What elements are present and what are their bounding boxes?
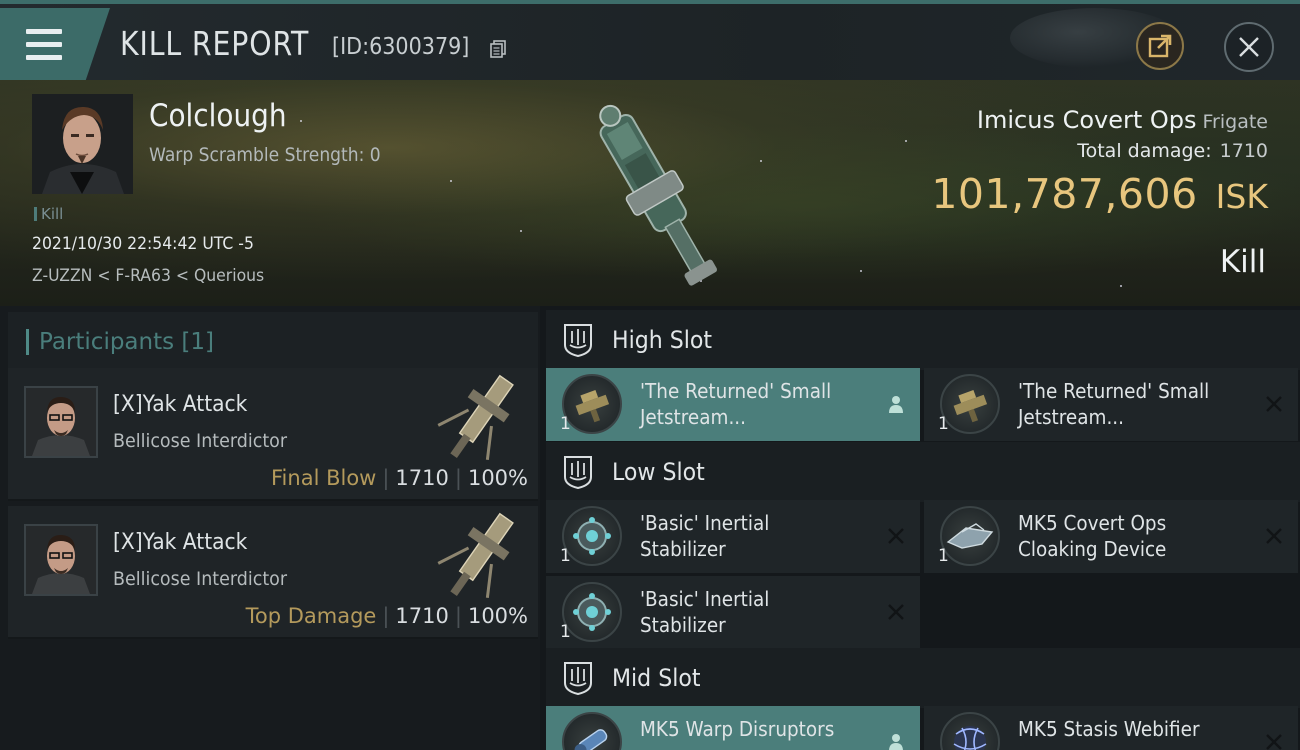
share-icon (1148, 34, 1172, 58)
kill-result: Kill (1219, 244, 1266, 280)
kill-timestamp: 2021/10/30 22:54:42 UTC -5 (32, 234, 254, 254)
ship-class: Frigate (1202, 111, 1268, 133)
kill-location[interactable]: Z-UZZN < F-RA63 < Querious (32, 266, 264, 286)
mid-slot-icon (564, 662, 592, 695)
module-name: 'The Returned' Small Jetstream... (640, 379, 832, 429)
module-item[interactable]: 1 'The Returned' Small Jetstream... (924, 368, 1298, 441)
victim-ship-line: Imicus Covert Ops Frigate (977, 106, 1268, 134)
close-button[interactable] (1224, 22, 1274, 72)
module-name: 'Basic' Inertial Stabilizer (640, 511, 770, 561)
total-damage-value: 1710 (1219, 140, 1268, 162)
final-blow-tag: Final Blow (271, 466, 377, 490)
launcher-icon (940, 374, 1000, 434)
module-name: 'The Returned' Small Jetstream... (1018, 379, 1210, 429)
participant-damage: 1710 (395, 466, 449, 490)
module-item[interactable]: 1 MK5 Stasis Webifier (924, 706, 1298, 750)
copy-icon[interactable] (490, 40, 506, 58)
participant-row[interactable]: [X]Yak Attack Bellicose Interdictor Top … (8, 506, 538, 639)
launcher-icon (562, 374, 622, 434)
kill-summary: Colclough Warp Scramble Strength: 0 Kill… (0, 80, 1300, 306)
module-item[interactable]: 1 'Basic' Inertial Stabilizer (546, 576, 920, 649)
module-item[interactable]: 1 MK5 Warp Disruptors (546, 706, 920, 750)
close-icon (1239, 37, 1259, 57)
participants-label: Participants [1] (39, 328, 214, 355)
dropped-status-icon (884, 392, 908, 416)
participant-stats: Final Blow | 1710 | 100% (271, 466, 528, 490)
total-damage: Total damage: 1710 (1077, 140, 1268, 162)
kill-id: [ID:6300379] (332, 34, 470, 60)
module-name: MK5 Warp Disruptors (640, 717, 835, 741)
module-item[interactable]: 1 'Basic' Inertial Stabilizer (546, 500, 920, 573)
participant-stats: Top Damage | 1710 | 100% (245, 604, 528, 628)
participant-ship-image (437, 374, 514, 460)
victim-portrait[interactable] (32, 94, 133, 194)
participant-name[interactable]: [X]Yak Attack (113, 530, 247, 555)
participant-ship: Bellicose Interdictor (113, 568, 288, 590)
high-slot-title: High Slot (612, 326, 713, 354)
participants-header: Participants [1] (8, 312, 538, 372)
low-slot-icon (564, 456, 592, 489)
share-button[interactable] (1136, 22, 1184, 70)
destroyed-status-icon (1262, 730, 1286, 750)
warp-scramble-strength: Warp Scramble Strength: 0 (149, 144, 381, 166)
menu-button[interactable] (0, 8, 110, 80)
participants-panel: Participants [1] [X]Yak Attack Bellicose… (0, 306, 540, 750)
participant-percent: 100% (467, 466, 528, 490)
victim-name[interactable]: Colclough (149, 98, 287, 134)
high-slot-header: High Slot (546, 310, 1300, 370)
destroyed-status-icon (1262, 392, 1286, 416)
module-quantity: 1 (560, 414, 571, 434)
total-damage-label: Total damage: (1077, 140, 1212, 162)
victim-ship-image[interactable] (580, 88, 740, 303)
module-quantity: 1 (938, 414, 949, 434)
participant-ship: Bellicose Interdictor (113, 430, 288, 452)
module-item[interactable]: 1 'The Returned' Small Jetstream... (546, 368, 920, 441)
destroyed-status-icon (884, 600, 908, 624)
participant-name[interactable]: [X]Yak Attack (113, 392, 247, 417)
isk-value-line: 101,787,606 ISK (931, 170, 1268, 218)
fitting-panel: High Slot 1 'The Returned' Small Jetstre… (540, 306, 1300, 750)
mid-slot-title: Mid Slot (612, 664, 701, 692)
disruptor-icon (562, 712, 622, 750)
ship-name[interactable]: Imicus Covert Ops (977, 106, 1197, 134)
isk-value: 101,787,606 (931, 170, 1198, 218)
menu-icon (26, 25, 62, 64)
top-damage-tag: Top Damage (245, 604, 377, 628)
participant-percent: 100% (467, 604, 528, 628)
module-item[interactable]: 1 MK5 Covert Ops Cloaking Device (924, 500, 1298, 573)
stabilizer-icon (562, 506, 622, 566)
module-name: MK5 Covert Ops Cloaking Device (1018, 511, 1167, 561)
stabilizer-icon (562, 582, 622, 642)
isk-unit: ISK (1215, 177, 1268, 216)
kill-tag: Kill (34, 205, 63, 223)
mid-slot-header: Mid Slot (546, 648, 1300, 708)
participant-damage: 1710 (395, 604, 449, 628)
low-slot-header: Low Slot (546, 442, 1300, 502)
destroyed-status-icon (884, 524, 908, 548)
webifier-icon (940, 712, 1000, 750)
module-name: 'Basic' Inertial Stabilizer (640, 587, 770, 637)
module-quantity: 1 (938, 546, 949, 566)
cloak-icon (940, 506, 1000, 566)
destroyed-status-icon (1262, 524, 1286, 548)
module-name: MK5 Stasis Webifier (1018, 717, 1200, 741)
participant-ship-image (437, 512, 514, 598)
module-quantity: 1 (560, 546, 571, 566)
avatar[interactable] (24, 386, 98, 458)
avatar[interactable] (24, 524, 98, 596)
participant-row[interactable]: [X]Yak Attack Bellicose Interdictor Fina… (8, 368, 538, 501)
title-bar: KILL REPORT [ID:6300379] (0, 0, 1300, 80)
module-quantity: 1 (560, 622, 571, 642)
high-slot-icon (564, 324, 592, 357)
low-slot-title: Low Slot (612, 458, 705, 486)
page-title: KILL REPORT (120, 24, 310, 63)
dropped-status-icon (884, 730, 908, 750)
